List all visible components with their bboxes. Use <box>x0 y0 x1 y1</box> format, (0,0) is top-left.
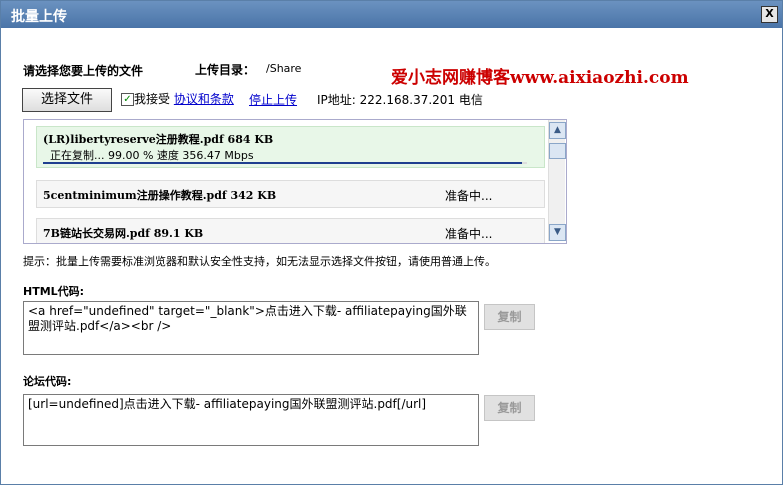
upload-item-status: 准备中... <box>445 227 493 241</box>
upload-item: (LR)libertyreserve注册教程.pdf 684 KB 正在复制..… <box>36 126 545 168</box>
agree-checkbox[interactable]: ✓ <box>121 93 134 106</box>
agree-label: 我接受 <box>134 92 171 106</box>
select-prompt: 请选择您要上传的文件 <box>23 64 144 78</box>
upload-list[interactable]: (LR)libertyreserve注册教程.pdf 684 KB 正在复制..… <box>23 119 567 244</box>
upload-dialog: 批量上传 X 请选择您要上传的文件 上传目录： /Share 爱小志网赚博客ww… <box>0 0 783 485</box>
dialog-title: 批量上传 <box>11 9 67 25</box>
html-code-textarea[interactable]: <a href="undefined" target="_blank">点击进入… <box>23 301 479 355</box>
progress-fill <box>43 162 523 164</box>
upload-item-status: 正在复制... 99.00 % 速度 356.47 Mbps <box>50 149 254 162</box>
upload-item-status: 准备中... <box>445 189 493 203</box>
list-scrollbar[interactable]: ▲ ▼ <box>548 120 566 241</box>
brand-watermark: 爱小志网赚博客www.aixiaozhi.com <box>391 68 689 88</box>
copy-html-button[interactable]: 复制 <box>484 304 535 330</box>
upload-tip: 提示：批量上传需要标准浏览器和默认安全性支持，如无法显示选择文件按钮，请使用普通… <box>23 255 496 268</box>
forum-code-textarea[interactable]: [url=undefined]点击进入下载- affiliatepaying国外… <box>23 394 479 446</box>
agree-row: ✓ 我接受 协议和条款 <box>121 90 234 107</box>
upload-item-name: 5centminimum注册操作教程.pdf 342 KB <box>43 189 277 202</box>
scroll-down-icon[interactable]: ▼ <box>549 224 566 241</box>
upload-item: 5centminimum注册操作教程.pdf 342 KB 准备中... <box>36 180 545 208</box>
upload-dir-value: /Share <box>266 62 302 75</box>
ip-address: IP地址: 222.168.37.201 电信 <box>317 93 483 107</box>
close-button[interactable]: X <box>761 6 778 23</box>
upload-item: 7B链站长交易网.pdf 89.1 KB 准备中... <box>36 218 545 243</box>
stop-upload-link[interactable]: 停止上传 <box>249 91 297 108</box>
copy-forum-button[interactable]: 复制 <box>484 395 535 421</box>
terms-link[interactable]: 协议和条款 <box>174 92 234 106</box>
upload-item-name: 7B链站长交易网.pdf 89.1 KB <box>43 227 204 240</box>
upload-dir-label: 上传目录： <box>195 63 256 77</box>
choose-file-button[interactable]: 选择文件 <box>22 88 112 112</box>
scroll-up-icon[interactable]: ▲ <box>549 122 566 139</box>
scroll-thumb[interactable] <box>549 143 566 159</box>
progress-track <box>43 162 527 164</box>
title-bar[interactable]: 批量上传 X <box>1 1 782 28</box>
forum-code-label: 论坛代码: <box>23 375 72 388</box>
html-code-label: HTML代码: <box>23 285 85 298</box>
upload-item-name: (LR)libertyreserve注册教程.pdf 684 KB <box>43 133 274 146</box>
